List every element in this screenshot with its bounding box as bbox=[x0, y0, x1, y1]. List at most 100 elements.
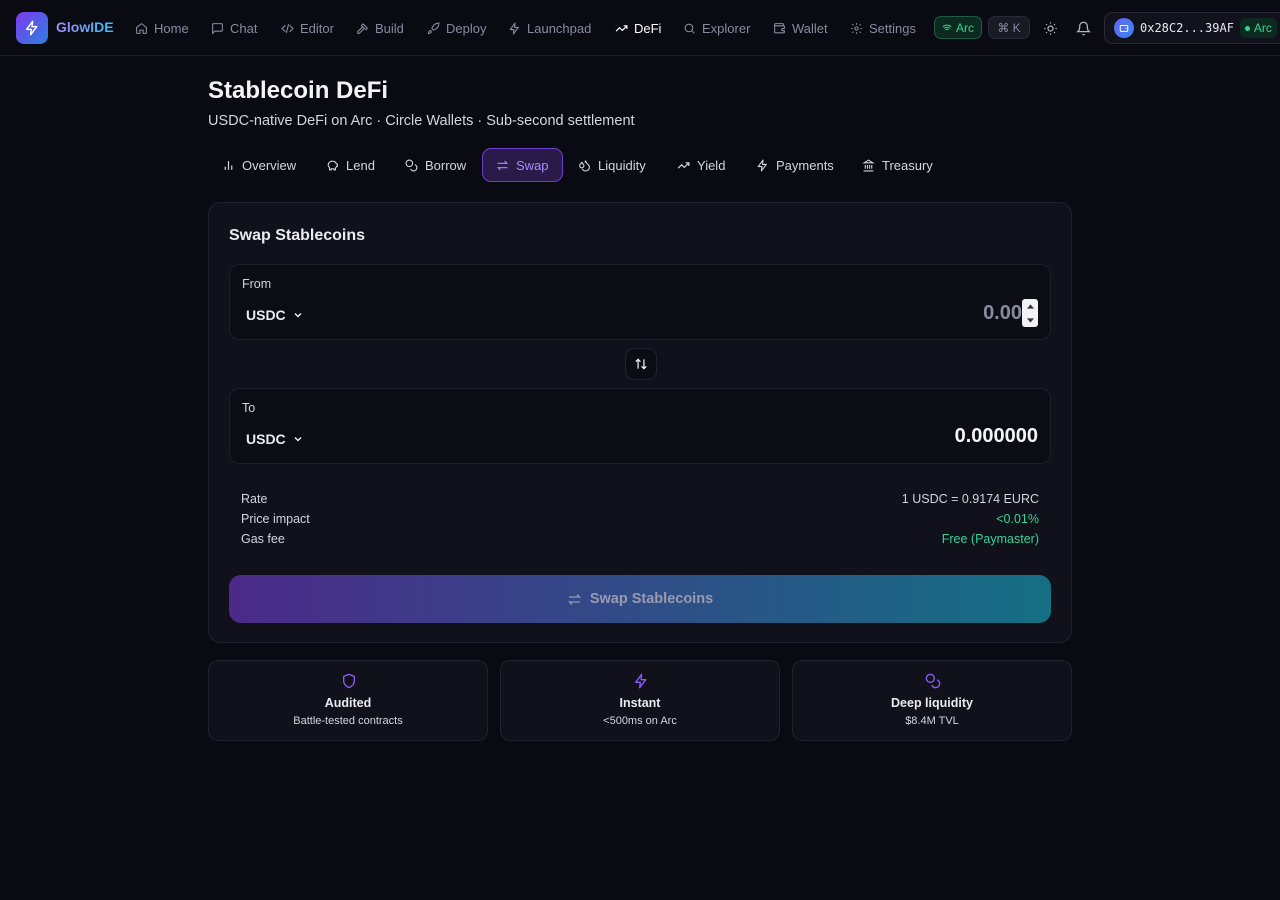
tab-overview-label: Overview bbox=[242, 157, 297, 173]
swap-submit-label: Swap Stablecoins bbox=[589, 591, 714, 607]
to-label: To bbox=[242, 401, 256, 415]
tab-payments[interactable]: Payments bbox=[742, 148, 848, 182]
landmark-icon bbox=[862, 158, 875, 171]
page-subtitle: USDC-native DeFi on Arc · Circle Wallets… bbox=[208, 113, 635, 129]
tab-lend-label: Lend bbox=[346, 157, 375, 173]
nav-launchpad[interactable]: Launchpad bbox=[508, 18, 591, 38]
swap-card: Swap Stablecoins From USDC To USDC 0.000… bbox=[208, 202, 1072, 643]
caret-down-icon bbox=[1026, 317, 1034, 323]
to-amount-value: 0.000000 bbox=[954, 425, 1038, 447]
feature-title: Deep liquidity bbox=[891, 696, 973, 710]
page-title: Stablecoin DeFi bbox=[208, 77, 389, 104]
to-token-value: USDC bbox=[246, 431, 286, 447]
rate-row: Rate 1 USDC = 0.9174 EURC bbox=[241, 492, 1039, 506]
gear-icon bbox=[851, 22, 862, 34]
logo[interactable] bbox=[16, 12, 48, 44]
feature-card-instant: Instant <500ms on Arc bbox=[500, 660, 780, 741]
wallet-icon bbox=[1119, 24, 1129, 32]
zap-icon bbox=[635, 673, 647, 689]
zap-icon bbox=[509, 22, 519, 34]
gas-fee-row: Gas fee Free (Paymaster) bbox=[241, 532, 1039, 546]
nav-home-label: Home bbox=[154, 20, 189, 36]
bell-icon bbox=[1075, 21, 1091, 35]
wallet-network-label: Arc bbox=[1253, 21, 1272, 35]
swap-submit-button[interactable]: Swap Stablecoins bbox=[229, 575, 1051, 623]
nav-defi[interactable]: DeFi bbox=[615, 18, 661, 38]
tab-payments-label: Payments bbox=[776, 157, 834, 173]
nav-explorer[interactable]: Explorer bbox=[683, 18, 750, 38]
tab-overview[interactable]: Overview bbox=[208, 148, 310, 182]
chat-icon bbox=[212, 22, 223, 35]
tab-treasury-label: Treasury bbox=[882, 157, 933, 173]
caret-up-icon bbox=[1026, 303, 1034, 309]
tab-yield-label: Yield bbox=[697, 157, 726, 173]
trending-up-icon bbox=[615, 24, 628, 32]
nav-chat[interactable]: Chat bbox=[211, 18, 257, 38]
from-token-select[interactable]: USDC bbox=[242, 305, 304, 325]
tab-liquidity[interactable]: Liquidity bbox=[564, 148, 660, 182]
to-token-select[interactable]: USDC bbox=[242, 429, 304, 449]
trending-up-icon bbox=[677, 161, 690, 169]
wallet-connect-button[interactable]: 0x28C2...39AF Arc bbox=[1104, 12, 1280, 44]
from-amount-input[interactable] bbox=[822, 300, 1022, 326]
flip-tokens-button[interactable] bbox=[625, 348, 657, 380]
nav-explorer-label: Explorer bbox=[702, 20, 751, 36]
tab-liquidity-label: Liquidity bbox=[598, 157, 646, 173]
tab-swap-label: Swap bbox=[516, 157, 549, 173]
theme-toggle-button[interactable] bbox=[1039, 17, 1061, 39]
nav-build-label: Build bbox=[375, 20, 404, 36]
tab-lend[interactable]: Lend bbox=[312, 148, 389, 182]
nav-deploy[interactable]: Deploy bbox=[427, 18, 486, 38]
nav-build[interactable]: Build bbox=[356, 18, 404, 38]
nav-defi-label: DeFi bbox=[634, 20, 662, 36]
from-token-value: USDC bbox=[246, 307, 286, 323]
coins-icon bbox=[925, 673, 941, 689]
hammer-icon bbox=[357, 22, 369, 34]
price-impact-value: <0.01% bbox=[996, 512, 1039, 526]
from-field: From USDC bbox=[229, 264, 1051, 340]
tab-yield[interactable]: Yield bbox=[663, 148, 739, 182]
nav-wallet[interactable]: Wallet bbox=[773, 18, 828, 38]
chevron-down-icon bbox=[294, 312, 302, 318]
nav-wallet-label: Wallet bbox=[792, 20, 828, 36]
nav-settings[interactable]: Settings bbox=[850, 18, 916, 38]
shortcut-label: ⌘ K bbox=[997, 20, 1021, 35]
feature-desc: <500ms on Arc bbox=[603, 715, 677, 727]
piggy-bank-icon bbox=[327, 160, 338, 170]
sun-icon bbox=[1043, 21, 1057, 35]
network-status-pill[interactable]: Arc bbox=[934, 16, 982, 39]
tab-borrow[interactable]: Borrow bbox=[391, 148, 480, 182]
rate-value: 1 USDC = 0.9174 EURC bbox=[901, 492, 1039, 506]
command-palette-button[interactable]: ⌘ K bbox=[988, 16, 1030, 39]
wallet-network-badge: Arc bbox=[1239, 18, 1277, 38]
nav-home[interactable]: Home bbox=[135, 18, 189, 38]
price-impact-label: Price impact bbox=[241, 512, 310, 526]
zap-icon bbox=[757, 159, 767, 171]
gas-fee-value: Free (Paymaster) bbox=[941, 532, 1039, 546]
feature-desc: $8.4M TVL bbox=[905, 715, 959, 727]
bar-chart-icon bbox=[224, 160, 233, 170]
arrows-up-down-icon bbox=[635, 358, 647, 370]
swap-icon bbox=[496, 160, 509, 170]
nav-editor-label: Editor bbox=[300, 20, 334, 36]
tab-treasury[interactable]: Treasury bbox=[848, 148, 947, 182]
notifications-button[interactable] bbox=[1072, 17, 1094, 39]
home-icon bbox=[136, 22, 147, 34]
swap-card-title: Swap Stablecoins bbox=[229, 227, 366, 244]
amount-stepper[interactable] bbox=[1022, 299, 1038, 327]
search-icon bbox=[684, 23, 695, 34]
from-label: From bbox=[242, 277, 272, 291]
zap-icon bbox=[25, 20, 38, 36]
chevron-down-icon bbox=[294, 436, 302, 442]
wifi-icon bbox=[942, 24, 952, 32]
feature-card-audited: Audited Battle-tested contracts bbox=[208, 660, 488, 741]
swap-icon bbox=[567, 593, 581, 605]
code-icon bbox=[281, 23, 294, 33]
shield-icon bbox=[343, 673, 355, 689]
status-dot-icon bbox=[1244, 25, 1250, 31]
brand-name: GlowIDE bbox=[56, 19, 114, 35]
wallet-icon bbox=[774, 22, 785, 33]
nav-chat-label: Chat bbox=[230, 20, 258, 36]
tab-swap[interactable]: Swap bbox=[482, 148, 563, 182]
nav-editor[interactable]: Editor bbox=[281, 18, 334, 38]
